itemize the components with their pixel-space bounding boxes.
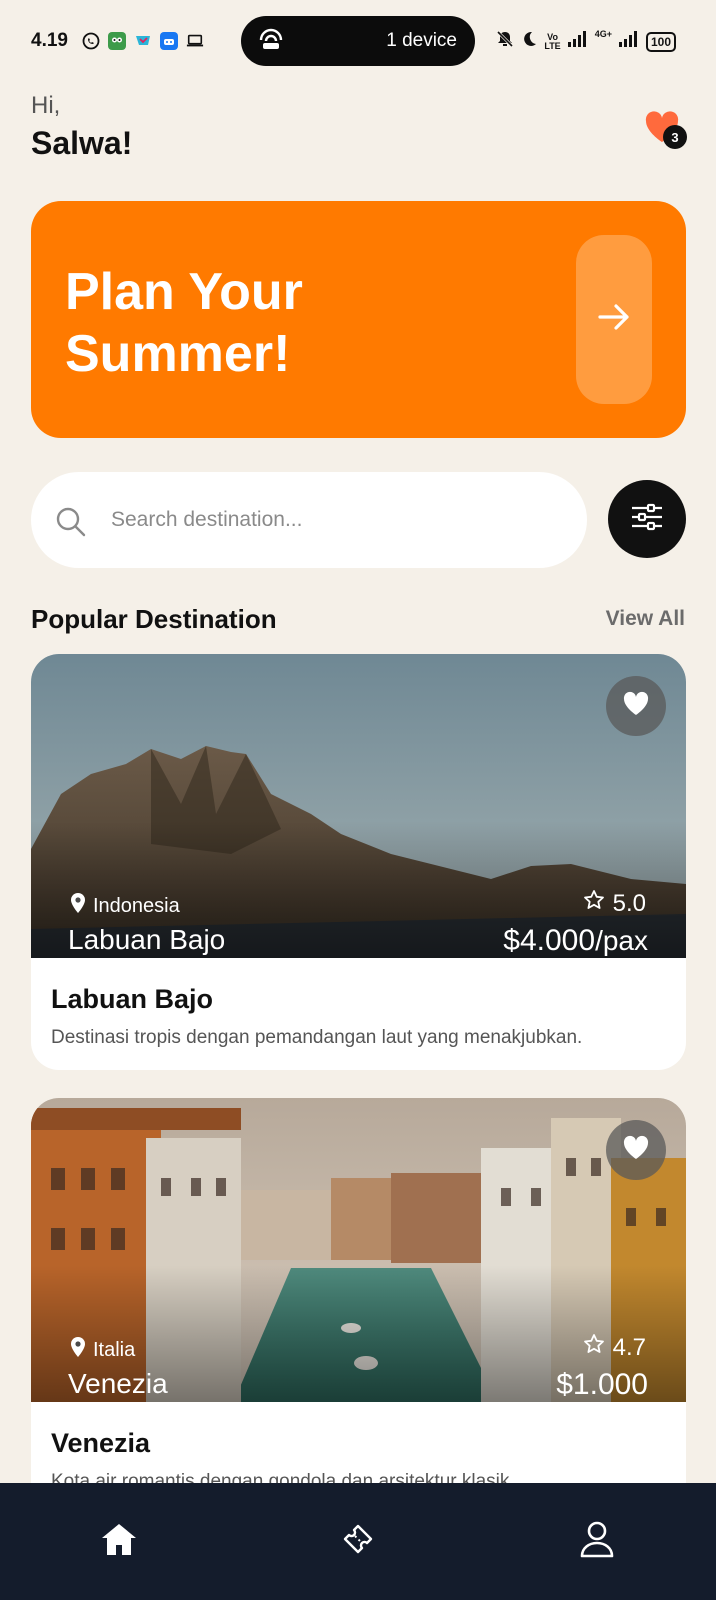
- favorite-toggle-button[interactable]: [606, 1120, 666, 1180]
- notification-icons: [82, 32, 204, 50]
- banner-arrow-button[interactable]: [576, 235, 652, 404]
- hotspot-device-count: 1 device: [386, 30, 457, 51]
- star-icon: [583, 1333, 605, 1362]
- favorite-toggle-button[interactable]: [606, 676, 666, 736]
- destination-price: $4.000/pax: [503, 924, 648, 958]
- whatsapp-icon: [82, 32, 100, 50]
- battery-indicator: 100: [645, 31, 676, 52]
- sliders-icon: [630, 502, 664, 537]
- section-title: Popular Destination: [31, 604, 277, 634]
- heart-icon: [622, 1135, 650, 1166]
- location-pin-icon: [69, 892, 87, 920]
- search-input[interactable]: [111, 500, 551, 540]
- signal-icon-1: [567, 30, 589, 53]
- favorites-button[interactable]: 3: [644, 110, 687, 149]
- destination-rating: 4.7: [583, 1333, 646, 1362]
- destination-country: Italia: [69, 1336, 135, 1364]
- bottom-navigation: [0, 1483, 716, 1600]
- destination-image: Italia Venezia 4.7 $1.000: [31, 1098, 686, 1402]
- banner-title: Plan Your Summer!: [65, 263, 303, 383]
- home-icon: [100, 1521, 138, 1562]
- destination-country: Indonesia: [69, 892, 180, 920]
- nav-profile[interactable]: [575, 1519, 619, 1563]
- signal-icon-2: [618, 30, 640, 53]
- owl-app-icon: [108, 32, 126, 50]
- destination-title: Labuan Bajo: [51, 984, 214, 1014]
- nav-tickets[interactable]: [336, 1519, 380, 1563]
- price-unit: /pax: [595, 925, 648, 956]
- search-bar[interactable]: [31, 472, 587, 568]
- view-all-link[interactable]: View All: [606, 607, 685, 631]
- heart-icon: [622, 691, 650, 722]
- volte-label: Vo LTE: [544, 31, 561, 51]
- price-value: $4.000: [503, 924, 596, 957]
- hotspot-pill[interactable]: 1 device: [241, 16, 475, 66]
- nav-home[interactable]: [97, 1519, 141, 1563]
- star-icon: [583, 889, 605, 918]
- destination-description: Destinasi tropis dengan pemandangan laut…: [51, 1027, 583, 1048]
- profile-icon: [579, 1520, 615, 1563]
- location-pin-icon: [69, 1336, 87, 1364]
- ticket-icon: [338, 1519, 378, 1564]
- greeting-text: Hi,: [31, 92, 61, 119]
- do-not-disturb-icon: [520, 30, 538, 53]
- price-value: $1.000: [556, 1368, 648, 1401]
- search-icon: [55, 506, 87, 543]
- system-status-icons: Vo LTE 4G+ 100: [496, 30, 676, 53]
- status-time: 4.19: [31, 30, 68, 51]
- rating-value: 5.0: [612, 889, 646, 917]
- destination-price: $1.000: [556, 1368, 648, 1402]
- mute-icon: [496, 30, 514, 53]
- shop-app-icon: [134, 32, 152, 50]
- game-app-icon: [160, 32, 178, 50]
- network-type-label: 4G+: [594, 29, 612, 39]
- username-text: Salwa!: [31, 125, 133, 161]
- destination-rating: 5.0: [583, 889, 646, 918]
- country-label: Italia: [93, 1338, 136, 1361]
- arrow-right-icon: [597, 302, 631, 337]
- destination-overlay-name: Venezia: [68, 1368, 168, 1399]
- status-bar: 4.19 1 device Vo LTE 4G+ 100: [0, 0, 716, 84]
- laptop-icon: [186, 32, 204, 50]
- destination-title: Venezia: [51, 1428, 151, 1458]
- destination-overlay-name: Labuan Bajo: [68, 924, 226, 955]
- filter-button[interactable]: [608, 480, 686, 558]
- country-label: Indonesia: [93, 894, 180, 917]
- destination-image: Indonesia Labuan Bajo 5.0 $4.000/pax: [31, 654, 686, 958]
- promo-banner[interactable]: Plan Your Summer!: [31, 201, 686, 438]
- hotspot-icon: [257, 28, 285, 57]
- destination-card-venezia[interactable]: Italia Venezia 4.7 $1.000 Venezia Kota a…: [31, 1098, 686, 1518]
- destination-card-labuan-bajo[interactable]: Indonesia Labuan Bajo 5.0 $4.000/pax Lab…: [31, 654, 686, 1070]
- rating-value: 4.7: [612, 1333, 646, 1361]
- favorites-count-badge: 3: [663, 125, 687, 149]
